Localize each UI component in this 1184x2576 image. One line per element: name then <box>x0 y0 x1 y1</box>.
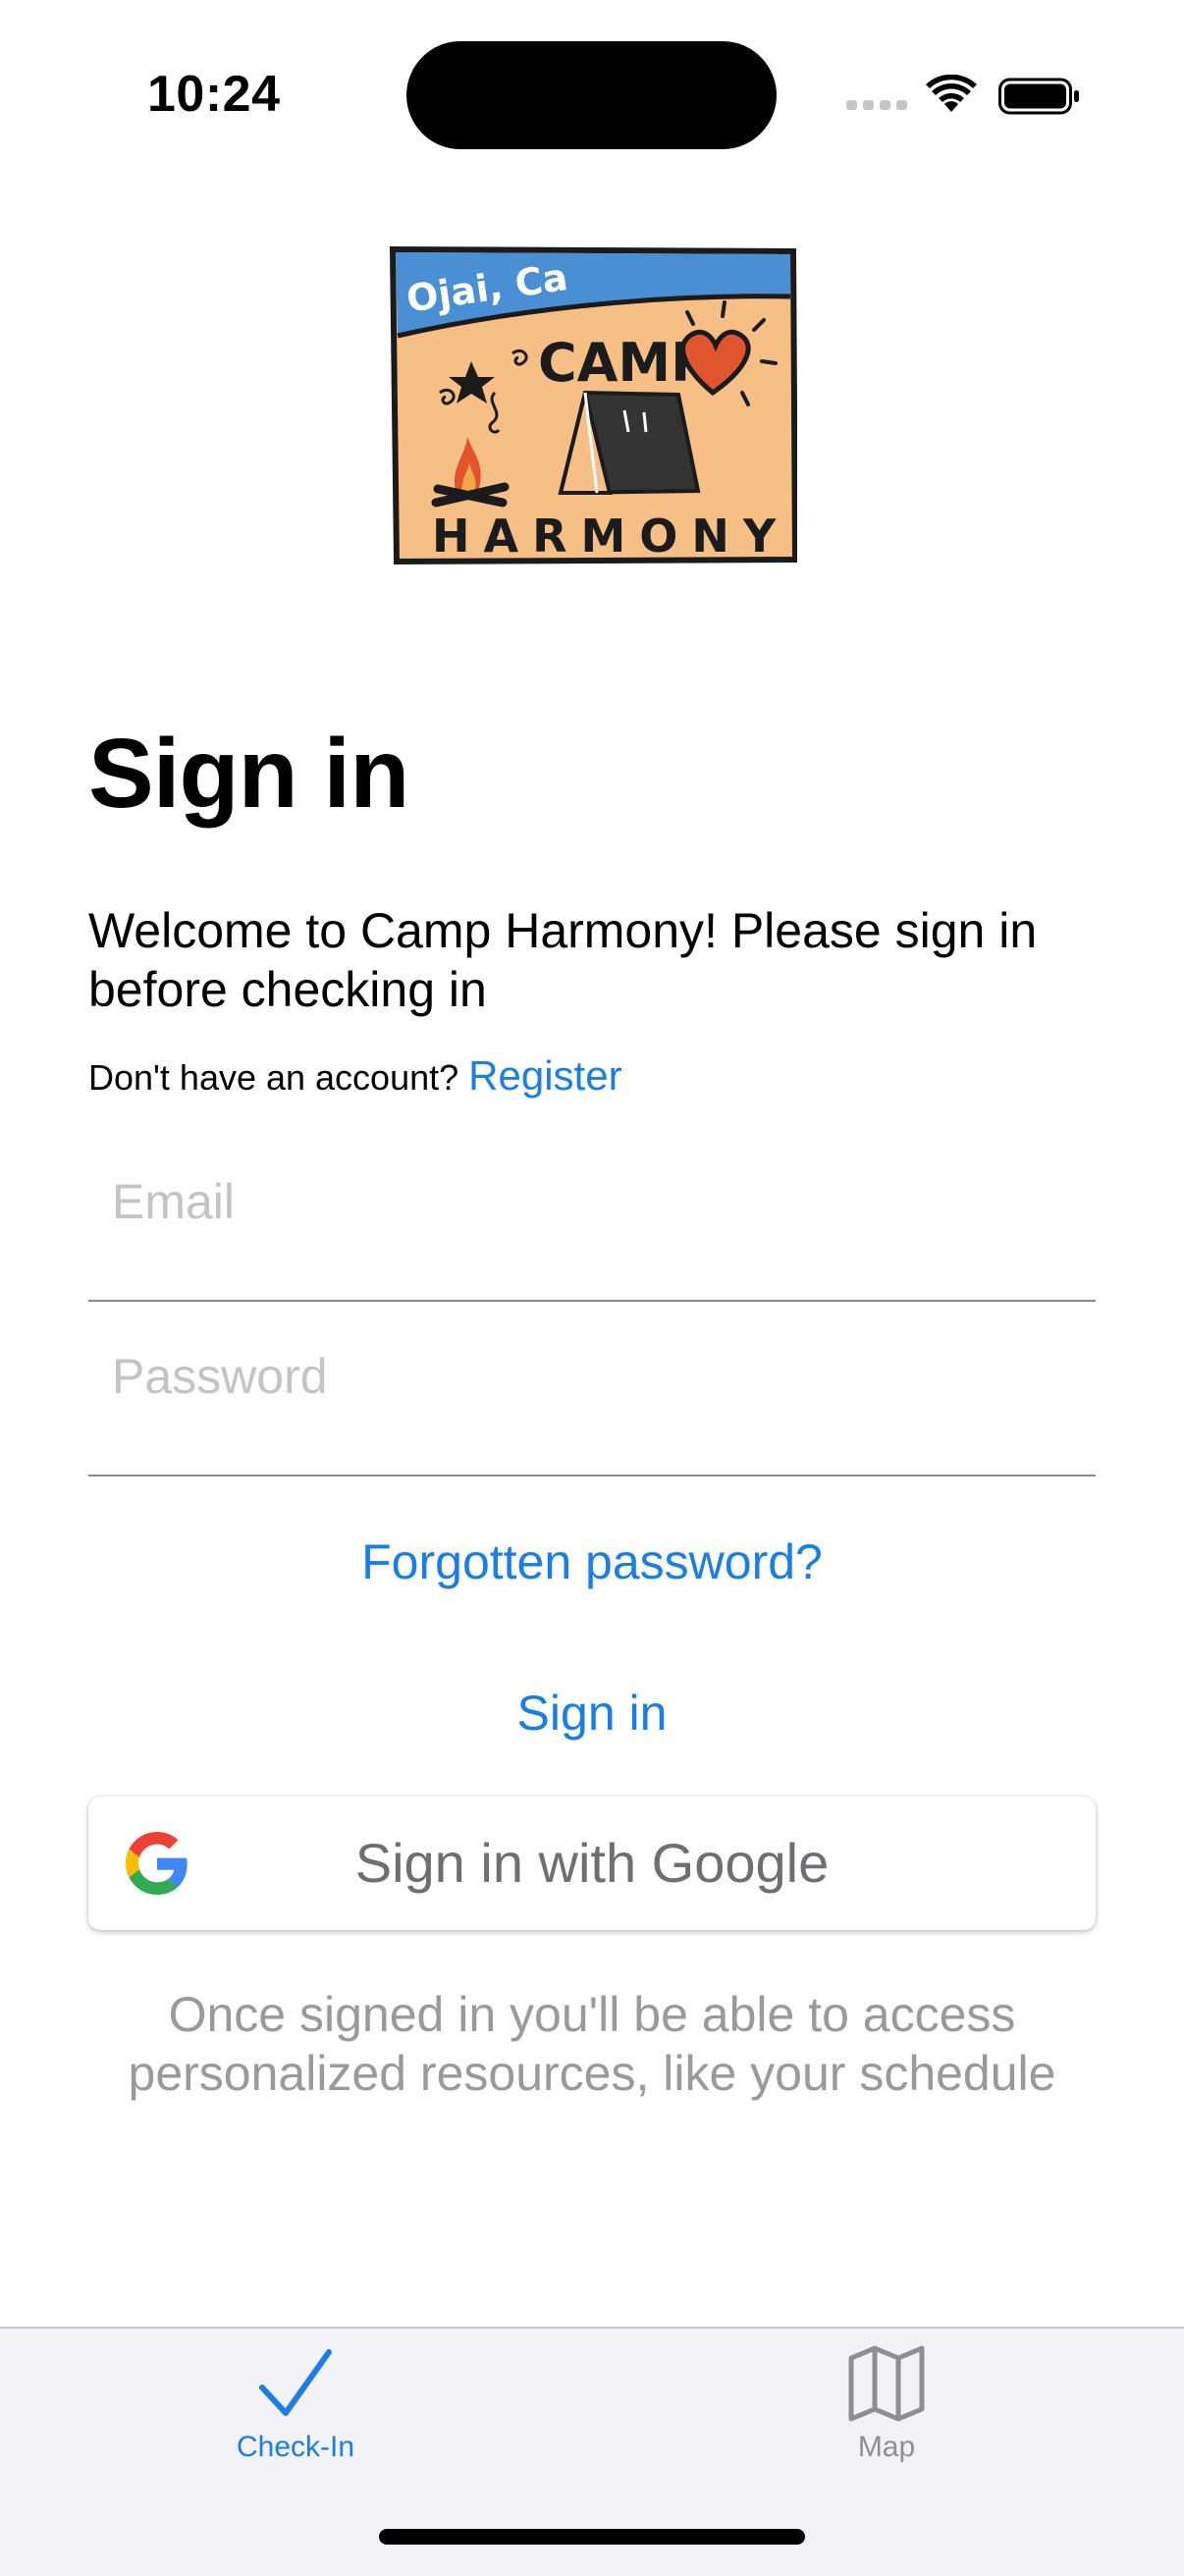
sign-in-button[interactable]: Sign in <box>0 1685 1184 1742</box>
password-input[interactable] <box>110 1341 1096 1412</box>
dynamic-island <box>406 41 777 149</box>
email-input[interactable] <box>110 1166 1096 1237</box>
welcome-message: Welcome to Camp Harmony! Please sign in … <box>88 903 1038 1017</box>
google-sign-in-button[interactable]: Sign in with Google <box>88 1797 1096 1930</box>
tab-map[interactable]: Map <box>690 2329 1083 2486</box>
tab-check-in[interactable]: Check-In <box>99 2329 492 2486</box>
map-icon <box>848 2345 925 2422</box>
register-link[interactable]: Register <box>468 1052 621 1099</box>
info-text: Once signed in you'll be able to access … <box>128 1987 1056 2101</box>
wifi-icon <box>926 75 977 112</box>
password-field[interactable] <box>88 1302 1096 1476</box>
camp-harmony-logo: Ojai, Ca CAMP HARMONY <box>389 245 797 565</box>
home-indicator[interactable] <box>379 2529 805 2545</box>
tab-map-label: Map <box>857 2431 916 2463</box>
svg-text:HARMONY: HARMONY <box>432 510 789 563</box>
forgot-password-link[interactable]: Forgotten password? <box>0 1533 1184 1590</box>
google-sign-in-label: Sign in with Google <box>354 1832 830 1894</box>
tab-check-in-label: Check-In <box>236 2431 355 2463</box>
register-row: Don't have an account? Register <box>88 1052 622 1101</box>
checkmark-icon <box>259 2349 332 2416</box>
page-title: Sign in <box>88 719 409 829</box>
email-field[interactable] <box>88 1127 1096 1302</box>
status-time: 10:24 <box>147 66 281 123</box>
no-account-text: Don't have an account? <box>88 1057 459 1098</box>
cellular-signal-icon <box>846 100 907 110</box>
battery-icon <box>998 78 1079 115</box>
